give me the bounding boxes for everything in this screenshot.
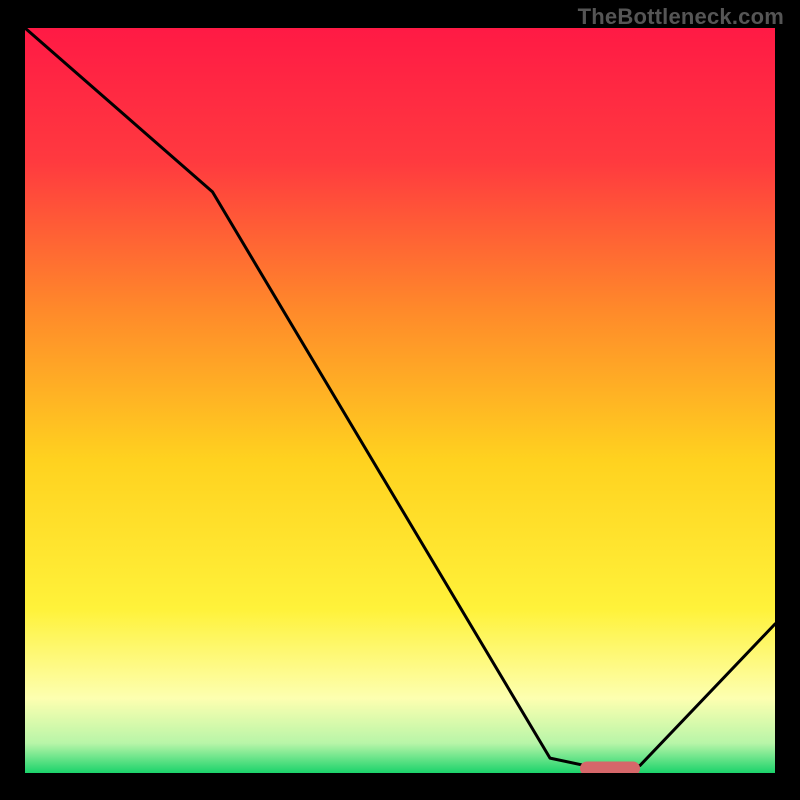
watermark-text: TheBottleneck.com [578, 4, 784, 30]
plot-area [25, 28, 775, 773]
chart-svg [25, 28, 775, 773]
chart-container: TheBottleneck.com [0, 0, 800, 800]
optimal-marker [580, 762, 640, 774]
gradient-background [25, 28, 775, 773]
